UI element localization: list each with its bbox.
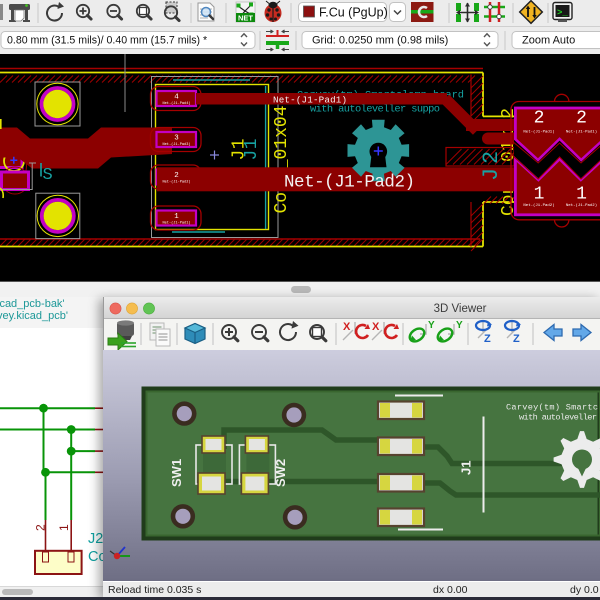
svg-text:NET: NET — [238, 14, 253, 23]
svg-text:Net-(J1-Pad3): Net-(J1-Pad3) — [162, 142, 190, 147]
svg-text:1: 1 — [534, 185, 545, 205]
svg-text:2: 2 — [576, 109, 587, 129]
svg-text:Net-(J1-Pad2): Net-(J1-Pad2) — [284, 173, 415, 193]
svg-text:X: X — [343, 321, 351, 333]
svg-text:Carvey(tm) Smartc: Carvey(tm) Smartc — [506, 403, 598, 413]
svg-text:Net-(J1-Pad2): Net-(J1-Pad2) — [523, 203, 554, 208]
svg-text:>_: >_ — [557, 8, 568, 18]
svg-text:Co: Co — [88, 549, 103, 565]
svg-text:Net-(J1-Pad1): Net-(J1-Pad1) — [162, 221, 190, 226]
svg-text:4: 4 — [174, 94, 179, 102]
svg-text:F.Cu (PgUp): F.Cu (PgUp) — [319, 6, 388, 20]
svg-text:2: 2 — [34, 524, 48, 531]
svg-text:J1: J1 — [459, 461, 474, 475]
svg-text:Z: Z — [484, 333, 491, 345]
svg-text:with autoleveller: with autoleveller — [519, 413, 597, 423]
svg-text:SW1: SW1 — [169, 459, 184, 487]
svg-text:X: X — [372, 321, 380, 333]
svg-text:Net-(J1-Pad2): Net-(J1-Pad2) — [566, 203, 597, 208]
svg-text:0.80 mm (31.5 mils)/ 0.40 mm (: 0.80 mm (31.5 mils)/ 0.40 mm (15.7 mils)… — [7, 35, 207, 47]
svg-text:2: 2 — [534, 109, 545, 129]
svg-text:Y: Y — [428, 320, 435, 331]
svg-text:Zoom Auto: Zoom Auto — [522, 35, 575, 47]
svg-text:Grid: 0.0250 mm (0.98 mils): Grid: 0.0250 mm (0.98 mils) — [312, 35, 448, 47]
svg-text:Y: Y — [456, 320, 463, 331]
svg-text:1: 1 — [57, 524, 71, 531]
svg-text:Net-(J1-Pad1): Net-(J1-Pad1) — [566, 130, 597, 135]
svg-text:1: 1 — [174, 213, 179, 221]
svg-text:Net-(J1-Pad4): Net-(J1-Pad4) — [162, 101, 190, 106]
svg-text:J2: J2 — [88, 531, 103, 547]
svg-text:3: 3 — [174, 135, 179, 143]
svg-text:J2: J2 — [479, 147, 504, 181]
svg-text:3D Viewer: 3D Viewer — [434, 303, 487, 315]
svg-text:Z: Z — [513, 333, 520, 345]
svg-text:SW2: SW2 — [273, 459, 288, 487]
svg-text:Net-(J1-Pad2): Net-(J1-Pad2) — [162, 180, 190, 185]
svg-text:Conn_01x04: Conn_01x04 — [272, 105, 292, 213]
svg-text:Net-(J1-Pad1): Net-(J1-Pad1) — [273, 95, 347, 106]
svg-text:J1: J1 — [242, 138, 262, 160]
svg-text:Net-(J1-Pad1): Net-(J1-Pad1) — [523, 130, 554, 135]
svg-text:2: 2 — [174, 172, 179, 180]
svg-text:1: 1 — [576, 185, 587, 205]
svg-text:S: S — [43, 166, 53, 185]
